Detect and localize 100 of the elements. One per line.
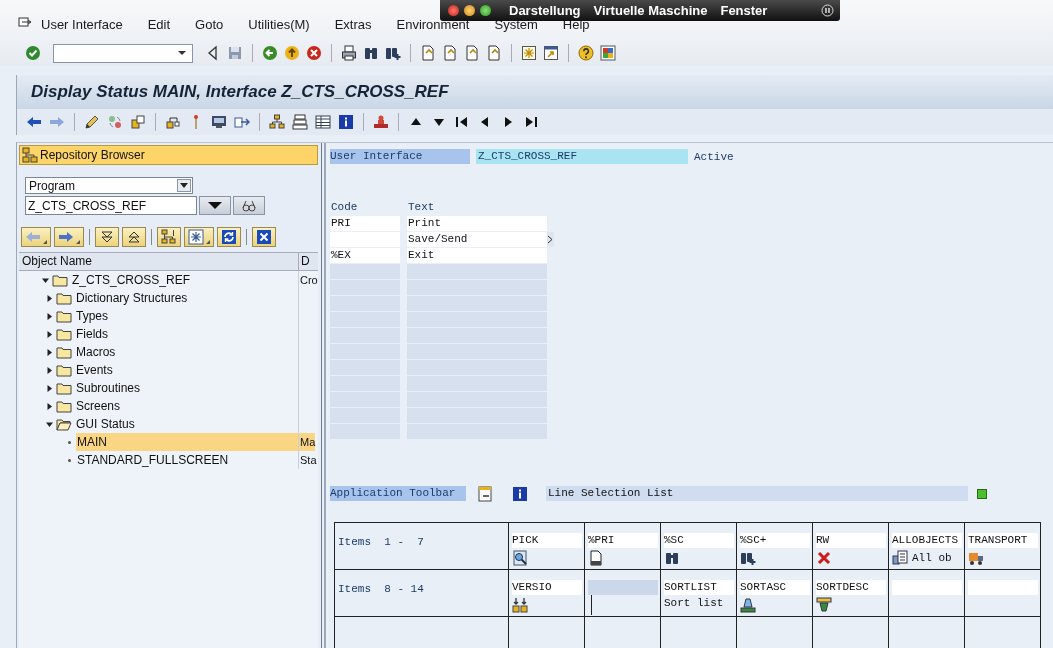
menu-item[interactable]: Environment bbox=[396, 15, 470, 32]
object-type-dropdown[interactable]: Program bbox=[25, 177, 193, 194]
menu-item[interactable]: Edit bbox=[147, 15, 171, 32]
menu-item[interactable]: Utilities(M) bbox=[248, 15, 310, 32]
layout-icon[interactable] bbox=[600, 45, 616, 61]
minimize-light-icon[interactable] bbox=[464, 5, 475, 16]
toolbar-button[interactable] bbox=[184, 227, 214, 247]
menu-icon[interactable] bbox=[18, 17, 32, 29]
check-icon[interactable] bbox=[25, 45, 41, 61]
tree-item[interactable]: Z_CTS_CROSS_REF bbox=[71, 271, 192, 289]
help-icon[interactable] bbox=[578, 45, 594, 61]
expand-triangle-icon[interactable] bbox=[45, 402, 53, 410]
command-field[interactable] bbox=[53, 43, 193, 63]
function-code-field[interactable]: RW bbox=[816, 533, 886, 548]
function-code-field[interactable]: SORTDESC bbox=[816, 580, 886, 595]
function-code-field[interactable]: %SC+ bbox=[740, 533, 810, 548]
function-code-field[interactable]: SORTASC bbox=[740, 580, 810, 595]
text-field[interactable] bbox=[407, 263, 547, 279]
back-icon[interactable] bbox=[262, 45, 278, 61]
code-field[interactable]: %EX bbox=[330, 247, 400, 263]
exit-icon[interactable] bbox=[284, 45, 300, 61]
toolbar-button[interactable] bbox=[217, 227, 241, 247]
expand-triangle-icon[interactable] bbox=[45, 348, 53, 356]
toolbar-button[interactable] bbox=[122, 227, 146, 247]
info-icon[interactable] bbox=[338, 114, 354, 130]
host-menu-item[interactable]: Virtuelle Maschine bbox=[593, 3, 708, 18]
dropdown-icon[interactable] bbox=[176, 49, 188, 57]
objects-icon[interactable] bbox=[130, 114, 146, 130]
table-icon[interactable] bbox=[315, 114, 331, 130]
where-used-icon[interactable] bbox=[165, 114, 181, 130]
swap-icon[interactable] bbox=[107, 114, 123, 130]
hierarchy-icon[interactable] bbox=[269, 114, 285, 130]
tree-item[interactable]: GUI Status bbox=[75, 415, 136, 433]
text-field[interactable]: Save/Send bbox=[407, 231, 547, 247]
tree-item[interactable]: Events bbox=[75, 361, 114, 379]
zoom-light-icon[interactable] bbox=[480, 5, 491, 16]
binoculars-icon[interactable] bbox=[363, 45, 379, 61]
menu-item[interactable]: Goto bbox=[195, 15, 224, 32]
column-header[interactable]: Object Name bbox=[19, 253, 299, 270]
tree-item[interactable]: Screens bbox=[75, 397, 122, 415]
host-menu-item[interactable]: Fenster bbox=[720, 3, 768, 18]
shortcut-icon[interactable] bbox=[543, 45, 559, 61]
save-icon[interactable] bbox=[227, 45, 243, 61]
page-icon[interactable] bbox=[464, 45, 480, 61]
object-name-field[interactable]: Z_CTS_CROSS_REF bbox=[25, 196, 197, 215]
function-code-field[interactable]: PICK bbox=[512, 533, 582, 548]
function-code-field[interactable]: %PRI bbox=[588, 533, 658, 548]
tree-item[interactable]: Macros bbox=[75, 343, 117, 361]
stamp-icon[interactable] bbox=[373, 114, 389, 130]
screen-icon[interactable] bbox=[211, 114, 227, 130]
pause-icon[interactable] bbox=[821, 4, 834, 17]
function-code-field[interactable]: ALLOBJECTS bbox=[892, 533, 962, 548]
collapse-triangle-icon[interactable] bbox=[41, 276, 49, 284]
function-code-field[interactable]: %SC bbox=[664, 533, 734, 548]
expand-triangle-icon[interactable] bbox=[45, 366, 53, 374]
new-window-icon[interactable] bbox=[521, 45, 537, 61]
toolbar-button[interactable] bbox=[95, 227, 119, 247]
close-light-icon[interactable] bbox=[448, 5, 459, 16]
code-field[interactable] bbox=[330, 263, 400, 279]
tree-item[interactable]: Types bbox=[75, 307, 109, 325]
move-icon[interactable] bbox=[234, 114, 250, 130]
page-icon[interactable] bbox=[420, 45, 436, 61]
function-code-field[interactable]: SORTLIST bbox=[664, 580, 734, 595]
first-page-icon[interactable] bbox=[454, 114, 470, 130]
function-code-field[interactable]: TRANSPORT bbox=[968, 533, 1038, 548]
toolbar-button[interactable] bbox=[252, 227, 276, 247]
column-header[interactable]: D bbox=[299, 253, 315, 270]
tree-item[interactable]: STANDARD_FULLSCREEN bbox=[76, 451, 230, 469]
print-icon[interactable] bbox=[341, 45, 357, 61]
expand-triangle-icon[interactable] bbox=[45, 384, 53, 392]
page-icon[interactable] bbox=[486, 45, 502, 61]
host-menu-item[interactable]: Darstellung bbox=[509, 3, 581, 18]
code-field[interactable]: PRI bbox=[330, 215, 400, 231]
last-page-icon[interactable] bbox=[523, 114, 539, 130]
dropdown-button[interactable] bbox=[199, 196, 231, 215]
document-minus-icon[interactable] bbox=[477, 485, 493, 502]
info-icon[interactable] bbox=[512, 485, 528, 502]
cancel-icon[interactable] bbox=[306, 45, 322, 61]
toolbar-button[interactable] bbox=[157, 227, 181, 247]
text-field[interactable]: Print bbox=[407, 215, 547, 231]
expand-triangle-icon[interactable] bbox=[45, 330, 53, 338]
expand-triangle-icon[interactable] bbox=[45, 294, 53, 302]
menu-item[interactable]: Extras bbox=[334, 15, 372, 32]
tree-item[interactable]: MAIN bbox=[76, 433, 298, 451]
page-icon[interactable] bbox=[442, 45, 458, 61]
binoculars-plus-icon[interactable] bbox=[385, 45, 401, 61]
tree-item[interactable]: Fields bbox=[75, 325, 109, 343]
left-arrow-icon[interactable] bbox=[26, 114, 42, 130]
menu-item[interactable]: User Interface bbox=[41, 15, 123, 32]
function-code-field[interactable] bbox=[588, 580, 658, 595]
expand-triangle-icon[interactable] bbox=[45, 312, 53, 320]
function-code-field[interactable]: VERSIO bbox=[512, 580, 582, 595]
tree-item[interactable]: Subroutines bbox=[75, 379, 142, 397]
panel-title: Repository Browser bbox=[40, 148, 145, 162]
text-field[interactable]: Exit bbox=[407, 247, 547, 263]
display-button[interactable] bbox=[233, 196, 265, 215]
pencil-icon[interactable] bbox=[84, 114, 100, 130]
collapse-triangle-icon[interactable] bbox=[45, 420, 53, 428]
stack-icon[interactable] bbox=[292, 114, 308, 130]
tree-item[interactable]: Dictionary Structures bbox=[75, 289, 189, 307]
